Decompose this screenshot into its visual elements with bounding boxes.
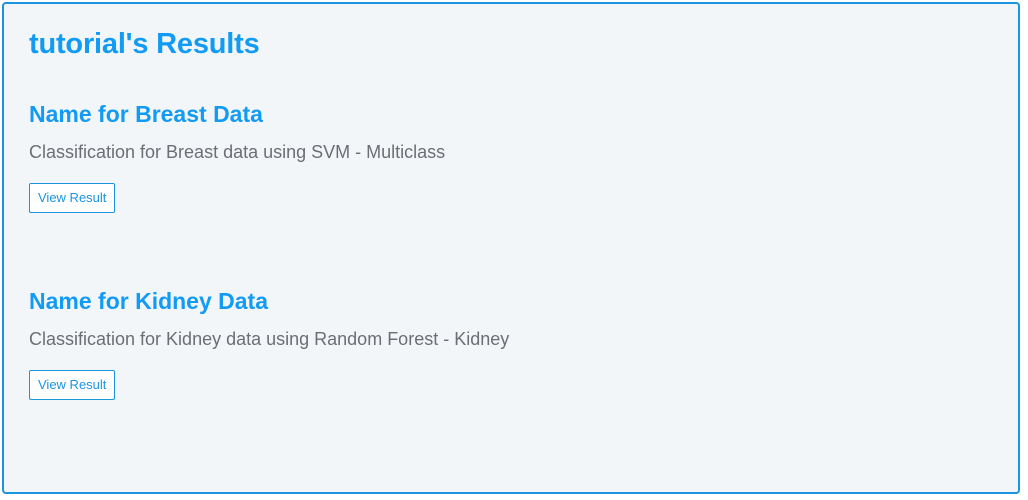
view-result-button[interactable]: View Result	[29, 183, 116, 213]
results-panel: tutorial's Results Name for Breast Data …	[2, 2, 1020, 494]
page-title: tutorial's Results	[29, 28, 260, 60]
result-item: Name for Breast Data Classification for …	[29, 98, 445, 213]
result-description: Classification for Breast data using SVM…	[29, 142, 446, 162]
result-title: Name for Breast Data	[29, 101, 263, 127]
result-item: Name for Kidney Data Classification for …	[29, 285, 509, 400]
result-description: Classification for Kidney data using Ran…	[29, 329, 510, 349]
result-title: Name for Kidney Data	[29, 288, 269, 314]
view-result-button[interactable]: View Result	[29, 370, 116, 400]
